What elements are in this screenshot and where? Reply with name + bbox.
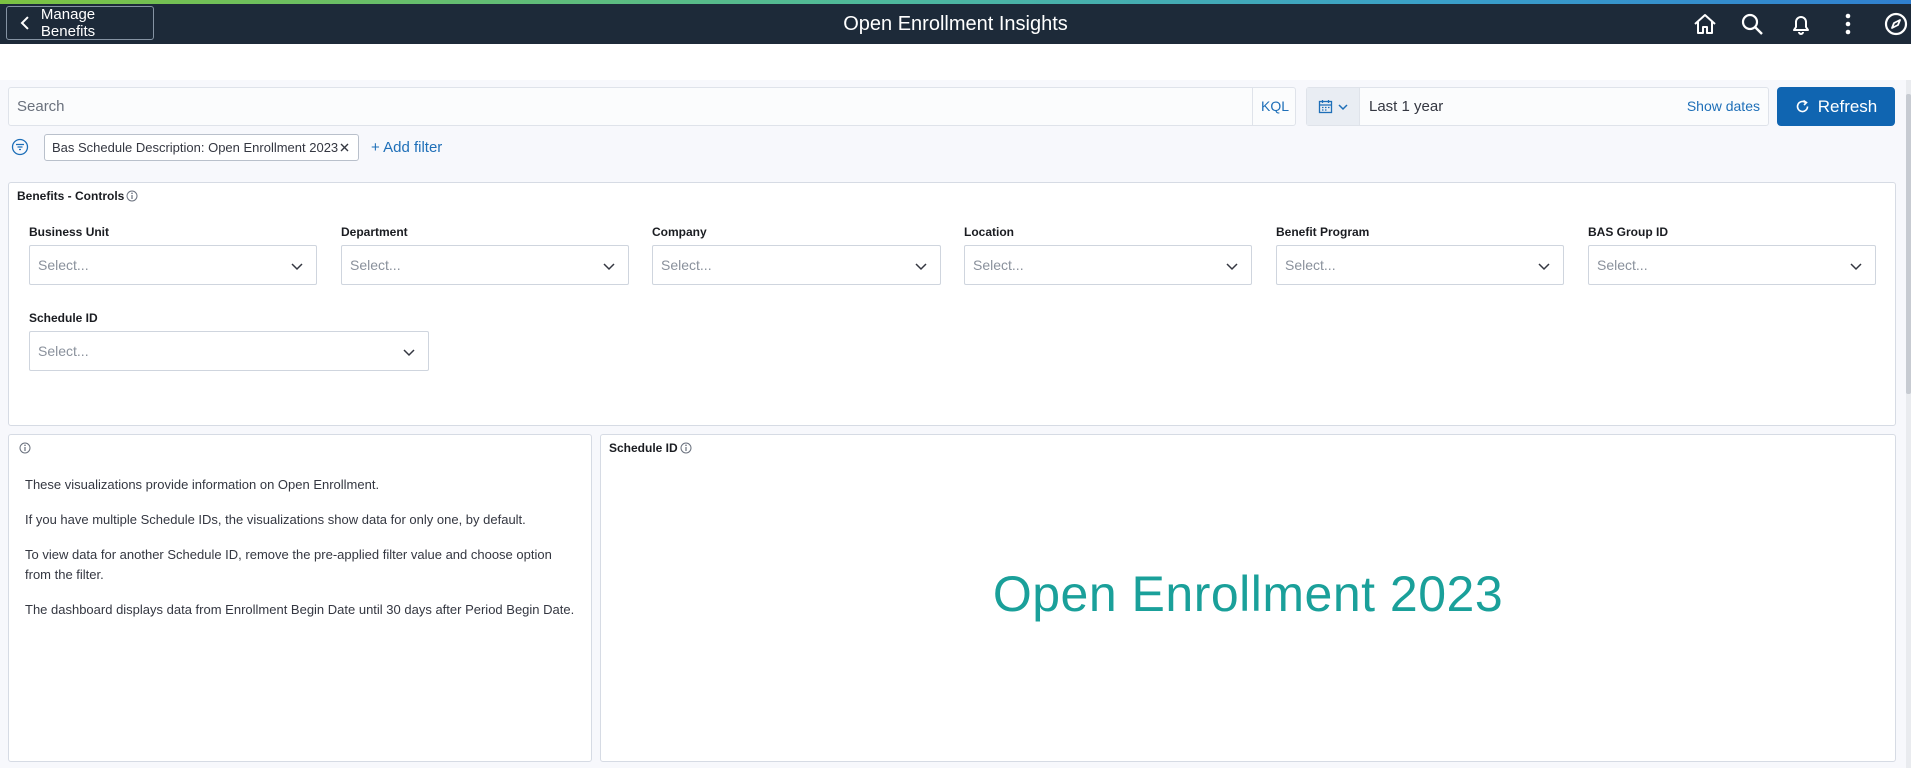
select-placeholder: Select...: [38, 343, 89, 359]
app-header: Manage Benefits Open Enrollment Insights: [0, 4, 1911, 44]
info-icon[interactable]: [126, 190, 138, 202]
info-icon[interactable]: [680, 442, 692, 454]
search-input[interactable]: [9, 88, 1249, 125]
control-label-business-unit: Business Unit: [29, 225, 110, 239]
chevron-left-icon: [20, 16, 29, 30]
control-label-department: Department: [341, 225, 408, 239]
location-select[interactable]: Select...: [964, 245, 1252, 285]
metric-panel-title: Schedule ID: [609, 441, 678, 455]
control-label-bas-group-id: BAS Group ID: [1588, 225, 1668, 239]
chevron-down-icon: [1538, 263, 1550, 271]
page-scrollbar[interactable]: [1906, 80, 1911, 768]
refresh-button[interactable]: Refresh: [1777, 87, 1895, 126]
scrollbar-thumb[interactable]: [1906, 94, 1911, 394]
date-range-text[interactable]: Last 1 year: [1369, 88, 1443, 125]
info-paragraph: These visualizations provide information…: [25, 477, 380, 492]
select-placeholder: Select...: [1597, 257, 1648, 273]
schedule-id-select[interactable]: Select...: [29, 331, 429, 371]
page-title: Open Enrollment Insights: [843, 13, 1068, 35]
show-dates-link[interactable]: Show dates: [1687, 88, 1760, 125]
info-paragraph: If you have multiple Schedule IDs, the v…: [25, 512, 526, 527]
refresh-label: Refresh: [1817, 96, 1878, 116]
metric-panel-header: Schedule ID: [609, 441, 692, 455]
controls-panel-title: Benefits - Controls: [17, 189, 125, 203]
control-label-company: Company: [652, 225, 707, 239]
chevron-down-icon: [915, 263, 927, 271]
home-icon[interactable]: [1692, 11, 1718, 37]
chevron-down-icon: [1850, 263, 1862, 271]
department-select[interactable]: Select...: [341, 245, 629, 285]
business-unit-select[interactable]: Select...: [29, 245, 317, 285]
chevron-down-icon: [603, 263, 615, 271]
filter-pill-label: Bas Schedule Description: Open Enrollmen…: [52, 140, 339, 155]
select-placeholder: Select...: [350, 257, 401, 273]
info-paragraph: To view data for another Schedule ID, re…: [25, 547, 552, 582]
chevron-down-icon: [291, 263, 303, 271]
quick-select-button[interactable]: [1307, 88, 1360, 125]
control-label-schedule-id: Schedule ID: [29, 311, 98, 325]
company-select[interactable]: Select...: [652, 245, 941, 285]
calendar-icon: [1318, 100, 1332, 114]
filter-menu-icon[interactable]: [11, 138, 29, 156]
close-icon[interactable]: [338, 141, 351, 154]
info-paragraph: The dashboard displays data from Enrollm…: [25, 602, 575, 617]
bas-group-id-select[interactable]: Select...: [1588, 245, 1876, 285]
kql-toggle[interactable]: KQL: [1252, 88, 1297, 125]
select-placeholder: Select...: [38, 257, 89, 273]
search-icon[interactable]: [1739, 11, 1765, 37]
info-icon[interactable]: [19, 442, 31, 454]
query-bar: KQL: [8, 87, 1296, 126]
select-placeholder: Select...: [1285, 257, 1336, 273]
select-placeholder: Select...: [661, 257, 712, 273]
chevron-down-icon: [1226, 263, 1238, 271]
metric-value: Open Enrollment 2023: [992, 566, 1504, 622]
date-picker: Last 1 year Show dates: [1306, 87, 1769, 126]
filter-pill[interactable]: Bas Schedule Description: Open Enrollmen…: [44, 134, 359, 161]
controls-panel: Benefits - Controls Business Unit Select…: [8, 182, 1896, 426]
benefit-program-select[interactable]: Select...: [1276, 245, 1564, 285]
chevron-down-icon: [1337, 103, 1348, 110]
refresh-icon: [1796, 99, 1809, 113]
control-label-benefit-program: Benefit Program: [1276, 225, 1370, 239]
compass-icon[interactable]: [1883, 11, 1909, 37]
back-button-label: Manage Benefits: [40, 6, 96, 40]
chevron-down-icon: [403, 349, 415, 357]
control-label-location: Location: [964, 225, 1014, 239]
add-filter-button[interactable]: + Add filter: [371, 139, 442, 156]
back-button[interactable]: Manage Benefits: [6, 6, 154, 40]
info-text-panel: These visualizations provide information…: [8, 434, 592, 762]
more-vertical-icon[interactable]: [1835, 11, 1861, 37]
schedule-id-panel: Schedule ID Open Enrollment 2023: [600, 434, 1896, 762]
controls-panel-header: Benefits - Controls: [17, 189, 138, 203]
bell-icon[interactable]: [1788, 11, 1814, 37]
select-placeholder: Select...: [973, 257, 1024, 273]
